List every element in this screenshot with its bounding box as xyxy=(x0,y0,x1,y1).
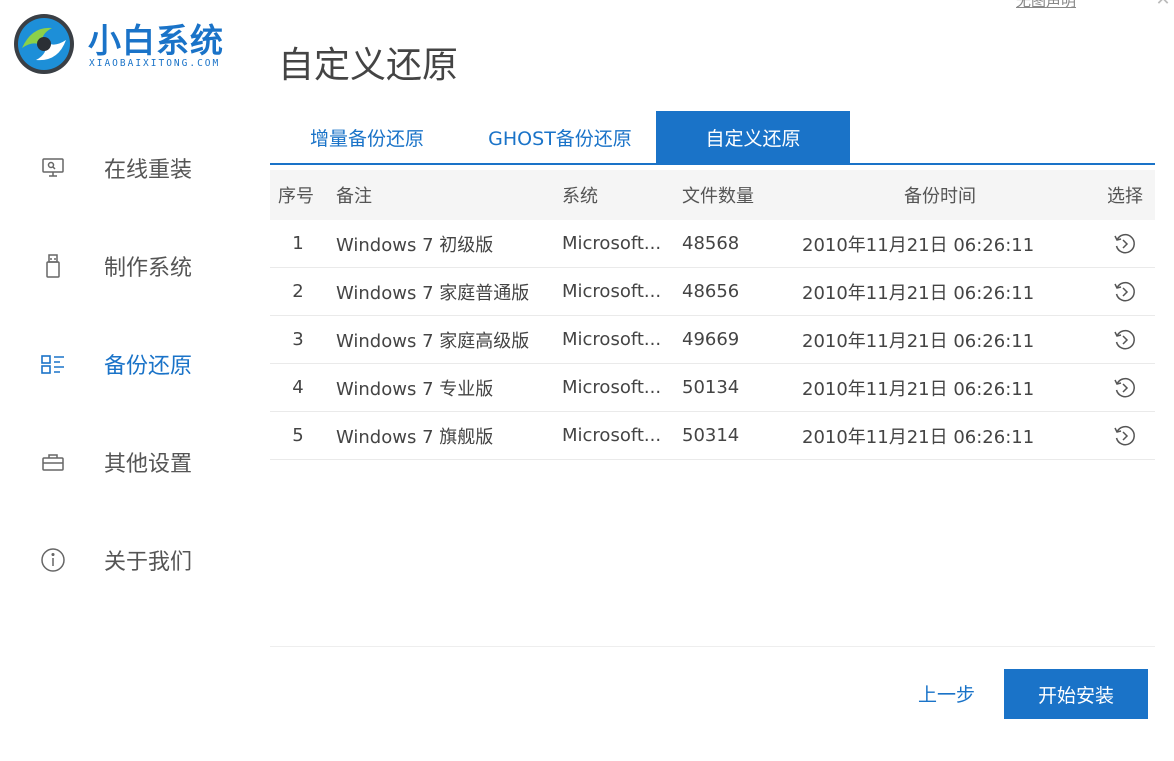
tab-incremental-backup[interactable]: 增量备份还原 xyxy=(270,111,464,163)
row-note: Windows 7 初级版 xyxy=(336,234,494,256)
sidebar-item-label: 其他设置 xyxy=(104,452,193,477)
tab-bar: 增量备份还原 GHOST备份还原 自定义还原 xyxy=(270,111,1155,165)
header-time: 备份时间 xyxy=(904,186,976,207)
backup-table: 序号 备注 系统 文件数量 备份时间 选择 1 Windows 7 初级版 Mi… xyxy=(270,170,1155,460)
table-row[interactable]: 1 Windows 7 初级版 Microsoft... 48568 2010年… xyxy=(270,220,1155,268)
row-count: 49669 xyxy=(682,329,740,350)
sidebar-item-label: 备份还原 xyxy=(104,354,193,379)
footer-divider xyxy=(270,646,1155,647)
row-note: Windows 7 家庭普通版 xyxy=(336,282,530,304)
restore-icon[interactable] xyxy=(1112,279,1138,305)
table-row[interactable]: 3 Windows 7 家庭高级版 Microsoft... 49669 201… xyxy=(270,316,1155,364)
brand: 小白系统 XIAOBAIXITONG.COM xyxy=(12,8,252,80)
header-note: 备注 xyxy=(336,186,372,207)
table-row[interactable]: 4 Windows 7 专业版 Microsoft... 50134 2010年… xyxy=(270,364,1155,412)
row-time: 2010年11月21日 06:26:11 xyxy=(802,234,1035,256)
briefcase-icon xyxy=(40,449,66,475)
table-row[interactable]: 5 Windows 7 旗舰版 Microsoft... 50314 2010年… xyxy=(270,412,1155,460)
header-count: 文件数量 xyxy=(682,186,754,207)
row-note: Windows 7 家庭高级版 xyxy=(336,330,530,352)
row-time: 2010年11月21日 06:26:11 xyxy=(802,378,1035,400)
logo-icon xyxy=(14,14,74,74)
backup-icon xyxy=(40,351,66,377)
row-system: Microsoft... xyxy=(562,329,662,350)
restore-icon[interactable] xyxy=(1112,231,1138,257)
header-index: 序号 xyxy=(278,186,314,207)
row-count: 50314 xyxy=(682,425,740,446)
previous-step-button[interactable]: 上一步 xyxy=(918,680,975,707)
row-time: 2010年11月21日 06:26:11 xyxy=(802,330,1035,352)
row-system: Microsoft... xyxy=(562,281,662,302)
row-count: 48656 xyxy=(682,281,740,302)
sidebar-item-label: 关于我们 xyxy=(104,550,193,575)
brand-subtitle: XIAOBAIXITONG.COM xyxy=(89,58,221,69)
row-time: 2010年11月21日 06:26:11 xyxy=(802,426,1035,448)
close-icon: ✕ xyxy=(1155,0,1170,10)
table-row[interactable]: 2 Windows 7 家庭普通版 Microsoft... 48656 201… xyxy=(270,268,1155,316)
restore-icon[interactable] xyxy=(1112,327,1138,353)
row-select xyxy=(1100,268,1150,315)
tab-custom-restore[interactable]: 自定义还原 xyxy=(656,111,850,163)
start-install-button[interactable]: 开始安装 xyxy=(1004,669,1148,719)
sidebar-item-other-settings[interactable]: 其他设置 xyxy=(40,440,240,484)
tab-ghost-backup[interactable]: GHOST备份还原 xyxy=(464,111,656,163)
close-button[interactable]: ✕ xyxy=(1152,0,1174,10)
row-count: 48568 xyxy=(682,233,740,254)
row-index: 5 xyxy=(292,425,304,446)
restore-icon[interactable] xyxy=(1112,423,1138,449)
sidebar-item-about-us[interactable]: 关于我们 xyxy=(40,538,240,582)
row-select xyxy=(1100,364,1150,411)
usb-icon xyxy=(40,253,66,279)
row-time: 2010年11月21日 06:26:11 xyxy=(802,282,1035,304)
row-system: Microsoft... xyxy=(562,377,662,398)
row-note: Windows 7 旗舰版 xyxy=(336,426,494,448)
row-count: 50134 xyxy=(682,377,740,398)
brand-name: 小白系统 xyxy=(88,21,224,60)
monitor-icon xyxy=(40,155,66,181)
top-link[interactable]: 无图声明 xyxy=(1016,0,1076,11)
row-select xyxy=(1100,412,1150,459)
sidebar-item-label: 在线重装 xyxy=(104,158,193,183)
row-index: 4 xyxy=(292,377,304,398)
table-header: 序号 备注 系统 文件数量 备份时间 选择 xyxy=(270,170,1155,220)
row-system: Microsoft... xyxy=(562,425,662,446)
info-icon xyxy=(40,547,66,573)
row-select xyxy=(1100,220,1150,267)
sidebar-item-online-reinstall[interactable]: 在线重装 xyxy=(40,146,240,190)
row-note: Windows 7 专业版 xyxy=(336,378,494,400)
row-system: Microsoft... xyxy=(562,233,662,254)
restore-icon[interactable] xyxy=(1112,375,1138,401)
header-select: 选择 xyxy=(1107,186,1143,207)
sidebar-item-label: 制作系统 xyxy=(104,256,193,281)
header-system: 系统 xyxy=(562,186,598,207)
row-index: 3 xyxy=(292,329,304,350)
row-index: 2 xyxy=(292,281,304,302)
row-select xyxy=(1100,316,1150,363)
sidebar-item-make-system[interactable]: 制作系统 xyxy=(40,244,240,288)
row-index: 1 xyxy=(292,233,304,254)
page-title: 自定义还原 xyxy=(278,45,459,86)
sidebar-item-backup-restore[interactable]: 备份还原 xyxy=(40,342,240,386)
